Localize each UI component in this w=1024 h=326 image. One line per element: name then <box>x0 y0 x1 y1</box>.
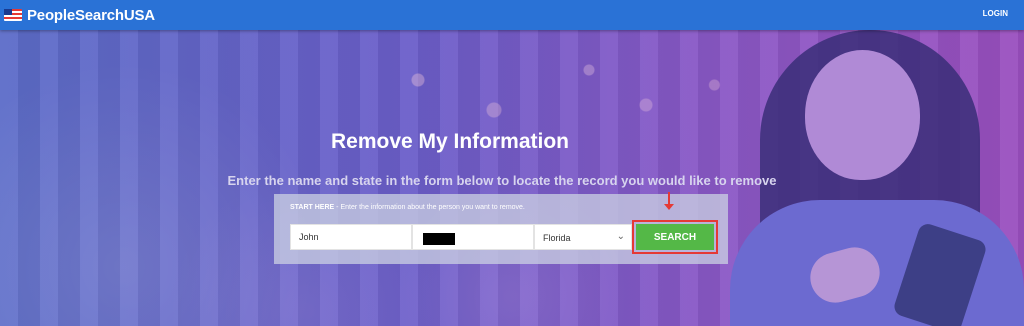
state-select[interactable]: Florida ⌄ <box>534 224 632 250</box>
form-hint-label: START HERE <box>290 204 335 211</box>
state-select-value: Florida <box>543 233 571 243</box>
chevron-down-icon: ⌄ <box>616 231 625 242</box>
search-button[interactable]: SEARCH <box>636 224 714 250</box>
login-link[interactable]: LOGIN <box>983 9 1008 18</box>
search-form: START HERE - Enter the information about… <box>274 192 728 264</box>
top-nav-bar: PeopleSearchUSA LOGIN <box>0 0 1024 30</box>
flag-icon <box>4 9 22 21</box>
brand-logo[interactable]: PeopleSearchUSA <box>4 5 155 25</box>
first-name-field[interactable] <box>290 224 412 250</box>
page-title: Remove My Information <box>330 130 570 153</box>
first-name-input[interactable] <box>291 225 411 249</box>
hero-banner: Remove My Information Enter the name and… <box>0 30 1024 326</box>
last-name-field[interactable] <box>412 224 534 250</box>
brand-name: PeopleSearchUSA <box>27 6 155 24</box>
form-hint: START HERE - Enter the information about… <box>290 204 525 211</box>
form-hint-text: - Enter the information about the person… <box>334 204 525 211</box>
page-subtitle: Enter the name and state in the form bel… <box>227 173 777 188</box>
redaction-box <box>423 233 455 245</box>
